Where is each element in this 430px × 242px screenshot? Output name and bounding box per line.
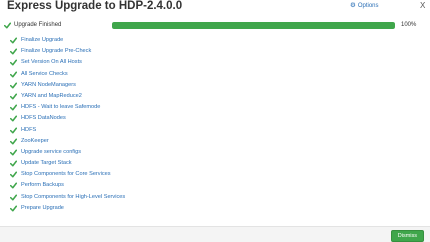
check-icon: [10, 71, 17, 78]
task-item: Finalize Upgrade Pre-Check: [10, 46, 310, 57]
task-item: Stop Components for Core Services: [10, 169, 310, 180]
check-icon: [10, 160, 17, 167]
task-link[interactable]: HDFS - Wait to leave Safemode: [21, 104, 100, 110]
task-list: Finalize Upgrade Finalize Upgrade Pre-Che…: [10, 35, 310, 214]
check-icon: [10, 37, 17, 44]
check-icon: [10, 138, 17, 145]
task-link[interactable]: HDFS DataNodes: [21, 115, 66, 121]
close-icon[interactable]: X: [420, 1, 425, 11]
task-link[interactable]: Perform Backups: [21, 182, 64, 188]
progress-bar: [112, 22, 395, 29]
task-link[interactable]: Prepare Upgrade: [21, 205, 64, 211]
check-icon: [10, 104, 17, 111]
task-item: Perform Backups: [10, 180, 310, 191]
dialog-title: Express Upgrade to HDP-2.4.0.0: [7, 0, 183, 12]
task-item: Prepare Upgrade: [10, 203, 310, 214]
check-icon: [4, 22, 11, 29]
options-button[interactable]: ⚙ Options: [350, 2, 379, 9]
task-item: YARN NodeManagers: [10, 80, 310, 91]
check-icon: [10, 48, 17, 55]
progress-fill: [112, 22, 395, 29]
task-link[interactable]: HDFS: [21, 127, 36, 133]
task-item: Update Target Stack: [10, 158, 310, 169]
task-item: YARN and MapReduce2: [10, 91, 310, 102]
check-icon: [10, 82, 17, 89]
task-item: Stop Components for High-Level Services: [10, 192, 310, 203]
check-icon: [10, 126, 17, 134]
task-link[interactable]: Set Version On All Hosts: [21, 59, 82, 65]
upgrade-status-row: Upgrade Finished 100%: [4, 21, 426, 31]
task-item: HDFS DataNodes: [10, 113, 310, 124]
task-link[interactable]: Update Target Stack: [21, 160, 72, 166]
check-icon: [10, 205, 17, 212]
check-icon: [10, 115, 17, 122]
options-label: Options: [357, 3, 379, 9]
check-icon: [10, 171, 17, 178]
check-icon: [10, 182, 17, 189]
task-item: HDFS - Wait to leave Safemode: [10, 102, 310, 113]
task-item: ZooKeeper: [10, 136, 310, 147]
task-link[interactable]: YARN NodeManagers: [21, 82, 76, 88]
task-link[interactable]: Finalize Upgrade Pre-Check: [21, 48, 91, 54]
task-item: Set Version On All Hosts: [10, 57, 310, 68]
check-icon: [10, 93, 17, 100]
check-icon: [10, 194, 17, 201]
status-label: Upgrade Finished: [14, 22, 62, 28]
dialog-header: Express Upgrade to HDP-2.4.0.0 ⚙ Options…: [0, 0, 430, 16]
check-icon: [10, 149, 17, 156]
task-link[interactable]: Upgrade service configs: [21, 149, 81, 155]
check-icon: [10, 59, 17, 66]
task-item: HDFS: [10, 125, 310, 136]
task-link[interactable]: Finalize Upgrade: [21, 37, 63, 43]
task-link[interactable]: YARN and MapReduce2: [21, 93, 82, 99]
gear-icon: ⚙: [350, 2, 356, 9]
task-item: Upgrade service configs: [10, 147, 310, 158]
upgrade-dialog: Express Upgrade to HDP-2.4.0.0 ⚙ Options…: [0, 0, 430, 242]
task-link[interactable]: Stop Components for Core Services: [21, 171, 111, 177]
dialog-footer: Dismiss: [0, 226, 430, 242]
task-link[interactable]: ZooKeeper: [21, 138, 49, 144]
task-item: Finalize Upgrade: [10, 35, 310, 46]
task-link[interactable]: Stop Components for High-Level Services: [21, 194, 125, 200]
task-item: All Service Checks: [10, 69, 310, 80]
task-link[interactable]: All Service Checks: [21, 71, 68, 77]
dismiss-button[interactable]: Dismiss: [390, 230, 424, 242]
progress-percent: 100%: [401, 22, 417, 28]
